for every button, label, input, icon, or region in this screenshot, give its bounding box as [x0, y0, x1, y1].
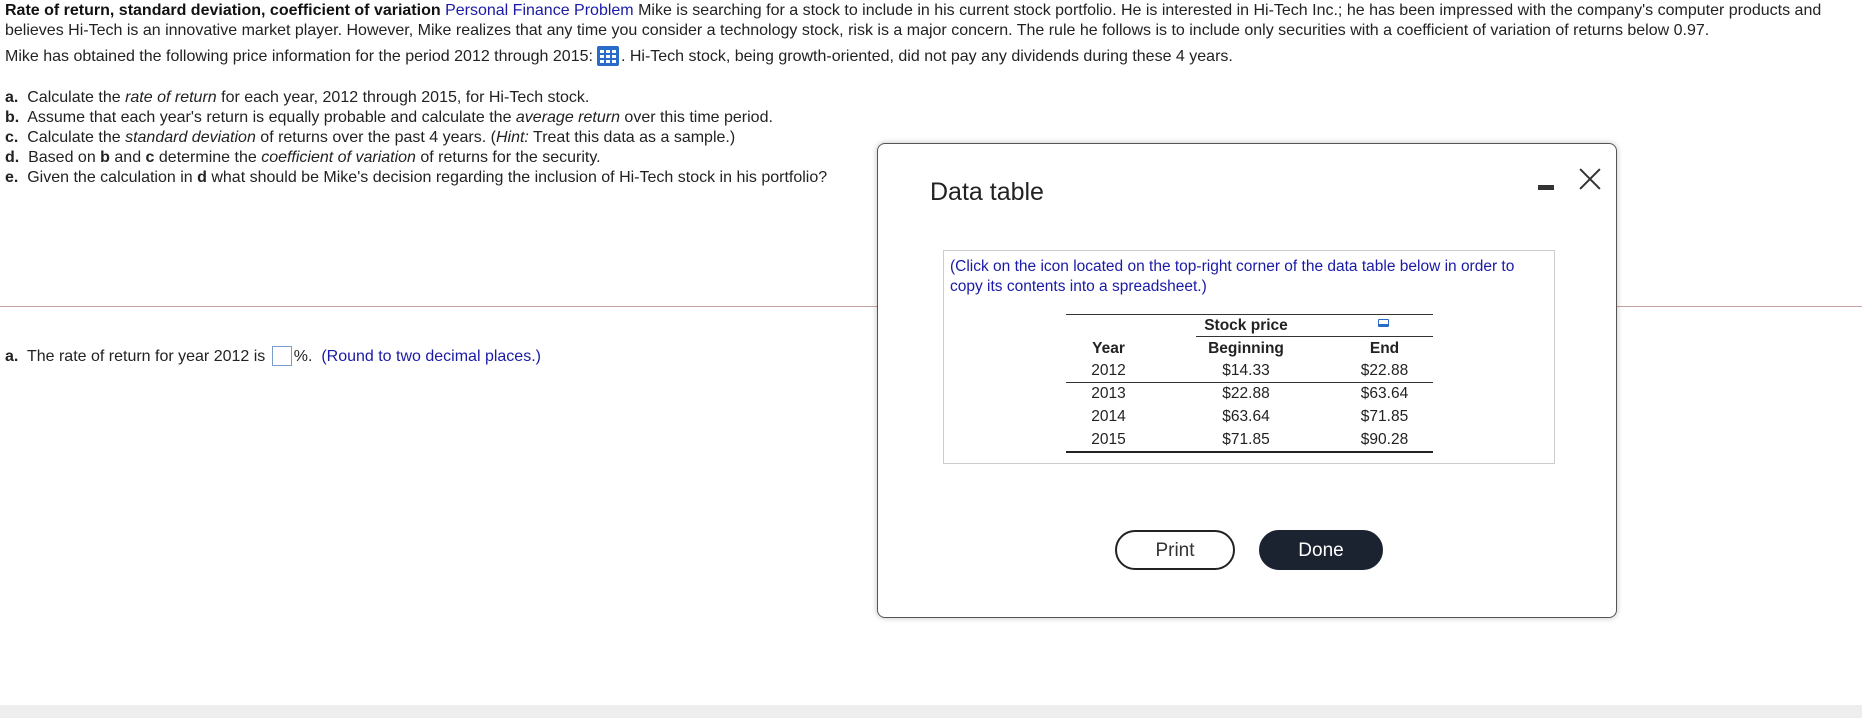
copy-instructions: (Click on the icon located on the top-ri… [950, 258, 1515, 295]
table-grid-icon[interactable] [596, 46, 619, 66]
part-a-label: a. [5, 89, 19, 106]
part-e-label: e. [5, 169, 19, 186]
part-text: Given the calculation in [27, 169, 198, 186]
part-emphasis: rate of return [125, 89, 217, 106]
table-bottom-rule [1066, 451, 1433, 453]
problem-intro: Rate of return, standard deviation, coef… [5, 0, 1855, 41]
part-text: for each year, 2012 through 2015, for Hi… [216, 89, 590, 106]
problem-title: Rate of return, standard deviation, coef… [5, 2, 441, 19]
dialog-title: Data table [930, 178, 1044, 206]
cell-end: $63.64 [1360, 385, 1409, 402]
part-text: Calculate the [27, 129, 126, 146]
table-row: 2013 $22.88 $63.64 [1066, 382, 1433, 405]
part-text: Assume that each year's return is equall… [27, 109, 516, 126]
stock-price-header: Stock price [1204, 317, 1288, 334]
question-parts: a. Calculate the rate of return for each… [5, 88, 827, 188]
part-text: determine the [154, 149, 262, 166]
part-text: Treat this data as a sample.) [528, 129, 736, 146]
part-d-label: d. [5, 149, 20, 166]
table-row: 2014 $63.64 $71.85 [1066, 405, 1433, 428]
part-text: of returns over the past 4 years. ( [255, 129, 496, 146]
price-info-tail: . Hi-Tech stock, being growth-oriented, … [620, 48, 1233, 65]
part-b-label: b. [5, 109, 20, 126]
answer-unit: %. [293, 348, 313, 365]
part-b: b. Assume that each year's return is equ… [5, 108, 827, 128]
part-emphasis: standard deviation [125, 129, 256, 146]
cell-beginning: $71.85 [1222, 431, 1270, 448]
header-beginning: Beginning [1208, 340, 1284, 357]
minimize-icon[interactable] [1538, 175, 1554, 193]
rounding-hint: (Round to two decimal places.) [321, 348, 541, 365]
footer-bar [0, 705, 1862, 718]
cell-year: 2012 [1091, 362, 1126, 379]
cell-year: 2015 [1091, 431, 1126, 448]
cell-year: 2013 [1091, 385, 1126, 402]
price-info-text: Mike has obtained the following price in… [5, 48, 593, 65]
price-info-line: Mike has obtained the following price in… [5, 46, 1855, 67]
part-d: d. Based on b and c determine the coeffi… [5, 148, 827, 168]
part-text: Based on [28, 149, 101, 166]
data-table-dialog: Data table (Click on the icon located on… [877, 143, 1617, 618]
answer-line: a. The rate of return for year 2012 is %… [5, 346, 541, 368]
answer-text: The rate of return for year 2012 is [26, 348, 266, 365]
cell-end: $90.28 [1360, 431, 1409, 448]
problem-category: Personal Finance Problem [445, 2, 634, 19]
cell-beginning: $22.88 [1222, 385, 1270, 402]
part-text: what should be Mike's decision regarding… [206, 169, 828, 186]
part-a: a. Calculate the rate of return for each… [5, 88, 827, 108]
data-table-container: (Click on the icon located on the top-ri… [943, 250, 1555, 464]
print-button[interactable]: Print [1115, 530, 1235, 570]
part-text: Calculate the [27, 89, 126, 106]
rate-of-return-input[interactable] [271, 346, 292, 366]
cell-beginning: $14.33 [1222, 362, 1270, 379]
table-row: 2015 $71.85 $90.28 [1066, 428, 1433, 451]
cell-end: $71.85 [1360, 408, 1409, 425]
header-year: Year [1092, 340, 1125, 357]
part-text: and [109, 149, 146, 166]
part-e: e. Given the calculation in d what shoul… [5, 168, 827, 188]
answer-label: a. [5, 348, 19, 365]
part-bold: b [100, 149, 110, 166]
part-bold: d [197, 169, 207, 186]
copy-to-spreadsheet-icon[interactable] [1378, 319, 1390, 329]
part-c-label: c. [5, 129, 19, 146]
stock-price-table: Stock price Year Beginning End 2012 $14.… [1066, 314, 1433, 453]
part-c: c. Calculate the standard deviation of r… [5, 128, 827, 148]
table-group-header-row: Stock price [1066, 314, 1433, 337]
table-row: 2012 $14.33 $22.88 [1066, 359, 1433, 382]
close-icon[interactable] [1578, 167, 1602, 191]
problem-statement: Rate of return, standard deviation, coef… [5, 0, 1855, 67]
cell-beginning: $63.64 [1222, 408, 1270, 425]
table-header-row: Year Beginning End [1066, 337, 1433, 383]
header-end: End [1369, 340, 1400, 357]
cell-year: 2014 [1091, 408, 1126, 425]
part-emphasis: coefficient of variation [261, 149, 416, 166]
part-emphasis: Hint: [495, 129, 529, 146]
done-button[interactable]: Done [1259, 530, 1383, 570]
cell-end: $22.88 [1360, 362, 1409, 379]
part-emphasis: average return [515, 109, 620, 126]
part-text: over this time period. [619, 109, 773, 126]
part-text: of returns for the security. [415, 149, 601, 166]
